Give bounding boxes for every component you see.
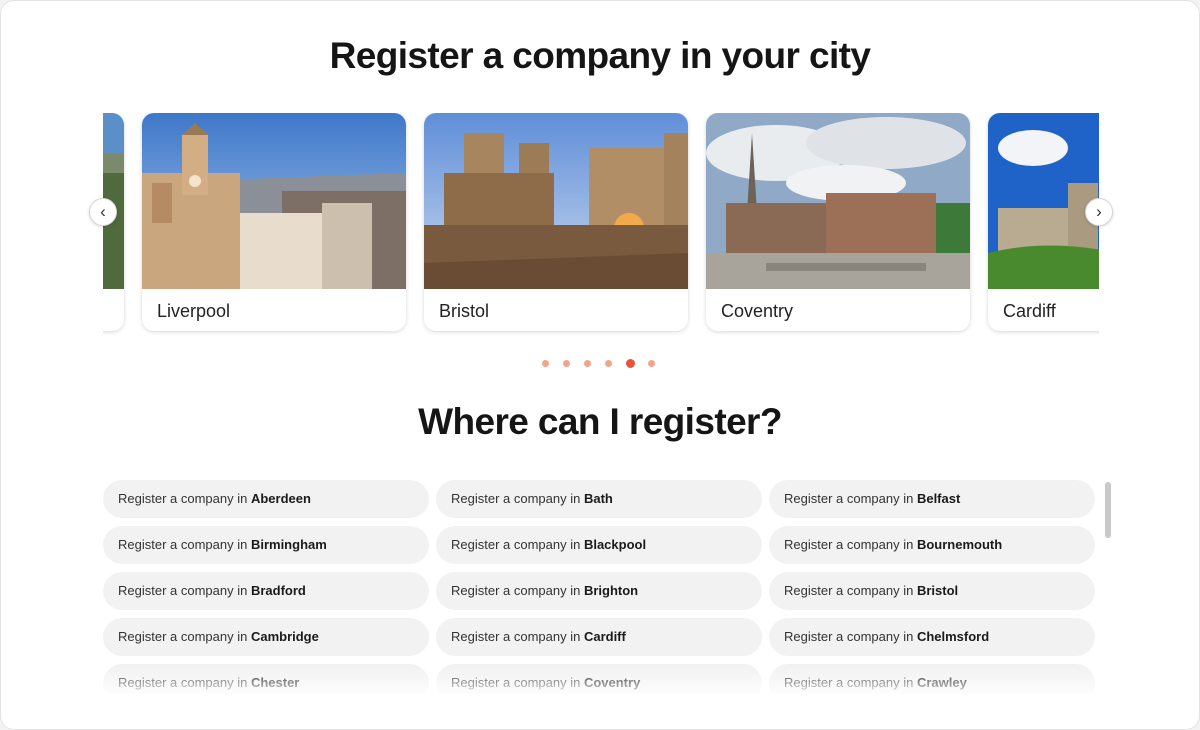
city-carousel: Liverpool Bristol Coventry Cardiff [103,113,1099,335]
register-link-city: Crawley [916,675,967,690]
chevron-right-icon: › [1096,202,1102,221]
register-link-prefix: Register a company in [451,675,584,690]
register-link-prefix: Register a company in [451,537,584,552]
register-section-title: Where can I register? [418,401,782,442]
carousel-dot[interactable] [542,360,549,367]
register-link-bournemouth[interactable]: Register a company in Bournemouth [769,526,1095,564]
register-link-crawley[interactable]: Register a company in Crawley [769,664,1095,694]
register-link-bradford[interactable]: Register a company in Bradford [103,572,429,610]
register-link-prefix: Register a company in [451,491,584,506]
register-link-prefix: Register a company in [451,629,584,644]
register-link-bath[interactable]: Register a company in Bath [436,480,762,518]
register-link-belfast[interactable]: Register a company in Belfast [769,480,1095,518]
register-link-city: Blackpool [583,537,647,552]
register-link-birmingham[interactable]: Register a company in Birmingham [103,526,429,564]
register-link-city: Bristol [916,583,959,598]
register-link-chester[interactable]: Register a company in Chester [103,664,429,694]
register-link-prefix: Register a company in [118,537,251,552]
carousel-dot[interactable] [563,360,570,367]
register-link-prefix: Register a company in [784,491,917,506]
register-link-city: Coventry [583,675,641,690]
register-link-city: Bournemouth [916,537,1003,552]
register-link-prefix: Register a company in [118,491,251,506]
carousel-card-cardiff[interactable]: Cardiff [988,113,1099,331]
register-link-prefix: Register a company in [118,583,251,598]
page-frame: Register a company in your city Liverpoo… [0,0,1200,730]
register-link-bristol[interactable]: Register a company in Bristol [769,572,1095,610]
register-link-prefix: Register a company in [784,675,917,690]
register-link-city: Aberdeen [250,491,311,506]
register-link-blackpool[interactable]: Register a company in Blackpool [436,526,762,564]
carousel-title: Register a company in your city [329,35,871,76]
carousel-card-coventry[interactable]: Coventry [706,113,970,331]
register-link-prefix: Register a company in [118,629,251,644]
city-photo-bristol [424,113,688,289]
carousel-dot[interactable] [648,360,655,367]
carousel-dot[interactable] [584,360,591,367]
register-link-city: Bath [583,491,613,506]
carousel-next-button[interactable]: › [1085,198,1113,226]
register-link-prefix: Register a company in [784,537,917,552]
register-link-city: Brighton [583,583,639,598]
city-photo-liverpool [142,113,406,289]
register-link-city: Chelmsford [916,629,990,644]
register-link-city: Belfast [916,491,961,506]
register-link-coventry[interactable]: Register a company in Coventry [436,664,762,694]
register-link-city: Birmingham [250,537,327,552]
register-city-list: Register a company in Aberdeen Register a… [103,480,1097,694]
register-link-city: Cardiff [583,629,626,644]
register-link-brighton[interactable]: Register a company in Brighton [436,572,762,610]
city-photo-cardiff [988,113,1099,289]
register-link-city: Chester [250,675,300,690]
carousel-card-bristol[interactable]: Bristol [424,113,688,331]
city-photo-coventry [706,113,970,289]
chevron-left-icon: ‹ [100,202,106,221]
register-link-city: Cambridge [250,629,319,644]
carousel-dot-active[interactable] [626,359,635,368]
register-link-chelmsford[interactable]: Register a company in Chelmsford [769,618,1095,656]
register-link-city: Bradford [250,583,306,598]
register-link-prefix: Register a company in [784,629,917,644]
register-link-prefix: Register a company in [451,583,584,598]
list-scrollbar[interactable] [1105,482,1111,694]
register-link-aberdeen[interactable]: Register a company in Aberdeen [103,480,429,518]
carousel-dot[interactable] [605,360,612,367]
register-link-prefix: Register a company in [118,675,251,690]
carousel-prev-button[interactable]: ‹ [89,198,117,226]
scrollbar-thumb[interactable] [1105,482,1111,538]
register-link-cardiff[interactable]: Register a company in Cardiff [436,618,762,656]
register-link-prefix: Register a company in [784,583,917,598]
carousel-card-liverpool[interactable]: Liverpool [142,113,406,331]
register-link-cambridge[interactable]: Register a company in Cambridge [103,618,429,656]
